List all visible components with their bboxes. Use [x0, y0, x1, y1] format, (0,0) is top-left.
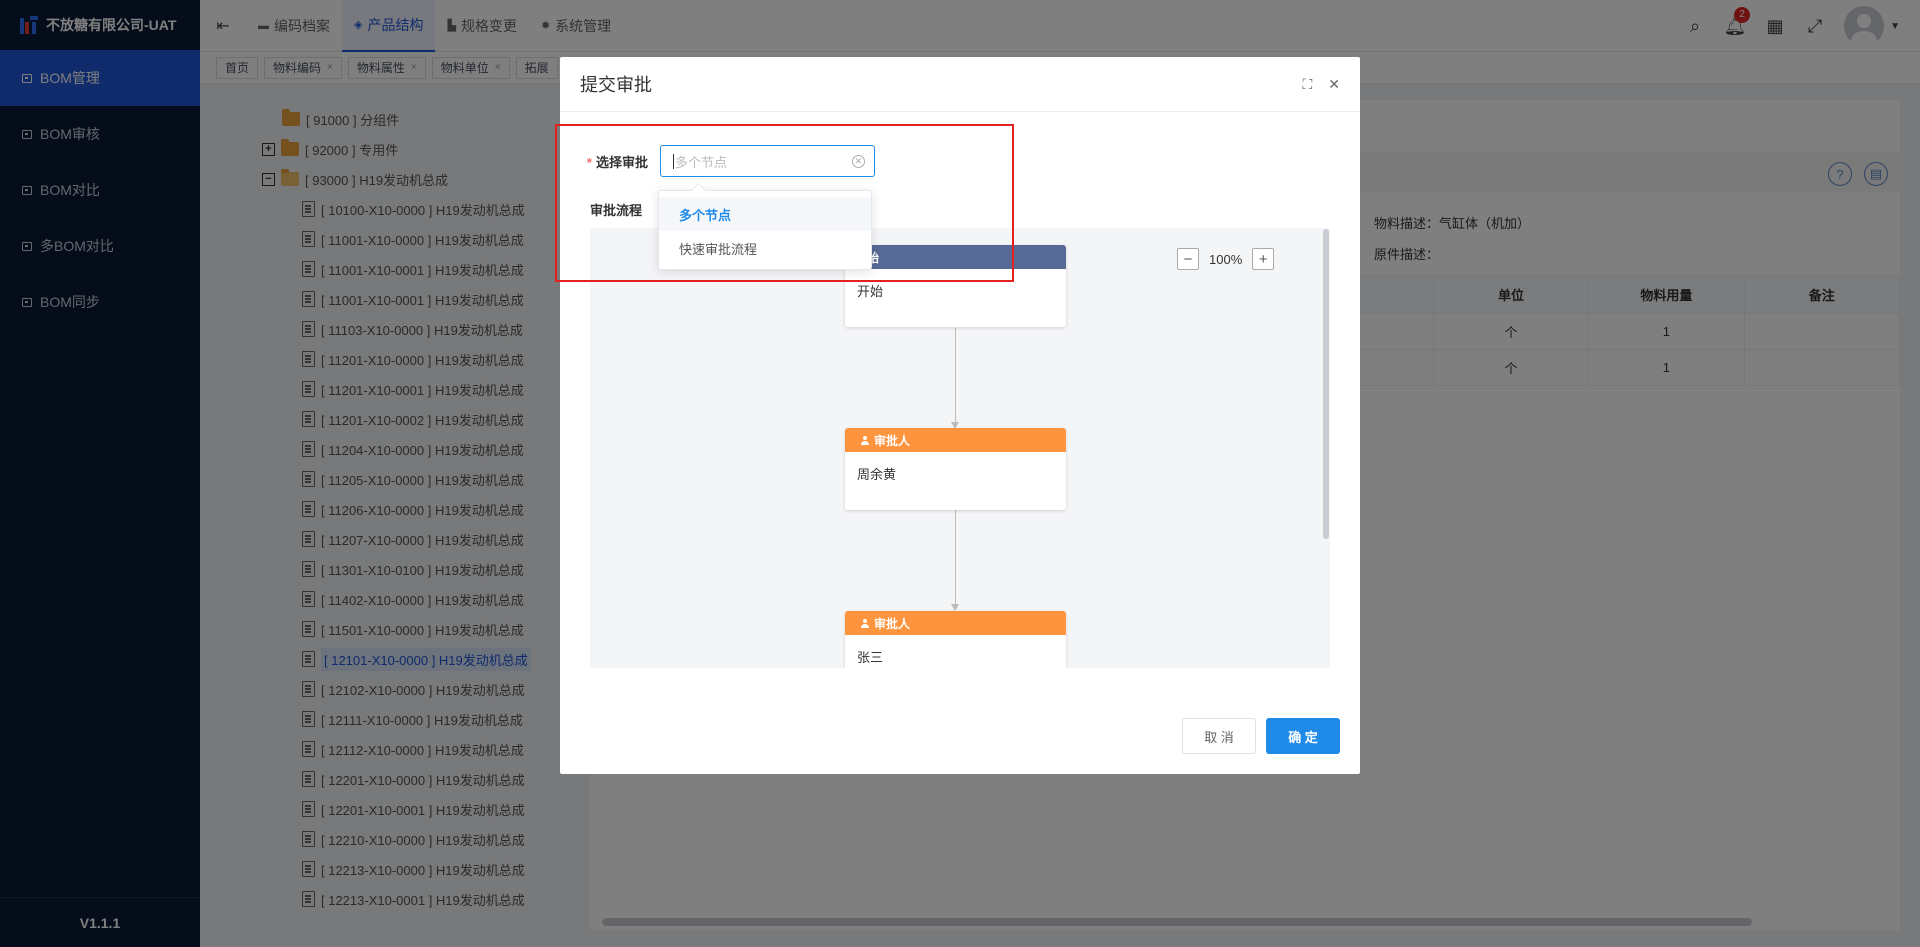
confirm-button[interactable]: 确 定: [1266, 718, 1340, 754]
flow-node-title: 审批人: [874, 433, 911, 448]
close-icon[interactable]: ✕: [1328, 76, 1340, 93]
zoom-control: − 100% +: [1177, 248, 1275, 270]
flow-node-header: 审批人: [845, 428, 1066, 452]
flow-node-header: 审批人: [845, 611, 1066, 635]
zoom-in-button[interactable]: +: [1252, 248, 1275, 270]
flow-arrow: [951, 604, 959, 611]
dialog-title: 提交审批: [560, 57, 1360, 112]
flow-node-body: 张三: [857, 650, 884, 665]
flow-node[interactable]: 审批人张三: [845, 611, 1066, 668]
flow-canvas[interactable]: − 100% + 开始开始审批人周余黄审批人张三: [590, 228, 1330, 668]
person-icon: [861, 435, 869, 445]
flow-connector: [955, 510, 956, 608]
flow-node-body: 周余黄: [857, 467, 897, 482]
flow-node[interactable]: 审批人周余黄: [845, 428, 1066, 510]
cancel-button[interactable]: 取 消: [1182, 718, 1256, 754]
flow-node-title: 审批人: [874, 616, 911, 631]
zoom-out-button[interactable]: −: [1177, 248, 1199, 270]
vertical-scrollbar[interactable]: [1323, 229, 1329, 539]
flow-connector: [955, 328, 956, 426]
highlight-box: [555, 124, 1014, 282]
maximize-icon[interactable]: ⛶: [1302, 76, 1312, 93]
person-icon: [861, 618, 869, 628]
zoom-level: 100%: [1209, 251, 1243, 267]
